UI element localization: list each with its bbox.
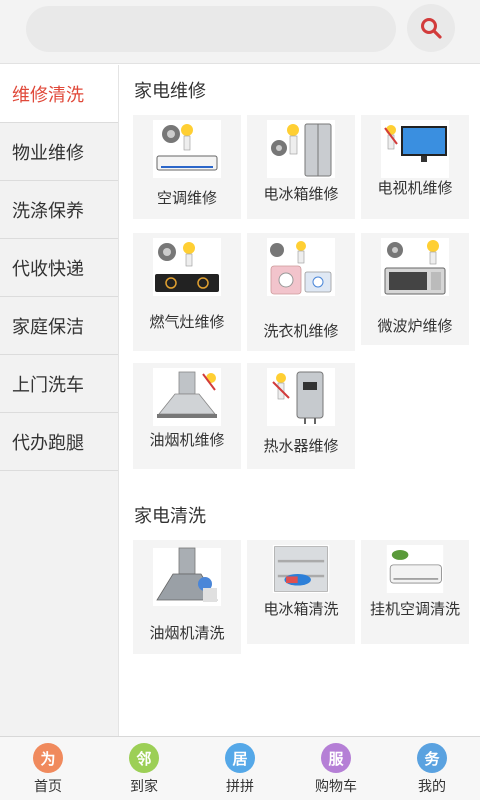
service-card[interactable]: 油烟机维修: [133, 363, 241, 469]
cart-icon: 服: [321, 743, 351, 773]
service-label: 空调维修: [156, 189, 217, 207]
service-card[interactable]: 燃气灶维修: [133, 233, 241, 351]
search-icon: [421, 18, 442, 39]
fridge-repair-icon: [267, 120, 335, 178]
sidebar-item-repair-clean[interactable]: 维修清洗: [0, 65, 118, 123]
sidebar-item-house-cleaning[interactable]: 家庭保洁: [0, 297, 118, 355]
section-title-appliance-repair: 家电维修: [134, 81, 206, 102]
service-label: 电冰箱维修: [263, 185, 339, 203]
service-card[interactable]: 电冰箱清洗: [247, 540, 355, 644]
service-card[interactable]: 洗衣机维修: [247, 233, 355, 351]
tab-label: 拼拼: [226, 779, 254, 795]
gas-stove-repair-icon: [153, 238, 221, 296]
tab-home[interactable]: 为 首页: [0, 737, 96, 801]
service-label: 挂机空调清洗: [369, 600, 460, 618]
service-card[interactable]: 热水器维修: [247, 363, 355, 469]
water-heater-repair-icon: [267, 368, 335, 426]
ac-repair-icon: [153, 120, 221, 178]
category-sidebar: 维修清洗 物业维修 洗涤保养 代收快递 家庭保洁 上门洗车 代办跑腿: [0, 65, 119, 736]
range-hood-clean-icon: [153, 547, 221, 606]
fridge-clean-icon: [272, 545, 330, 593]
sidebar-item-laundry-care[interactable]: 洗涤保养: [0, 181, 118, 239]
tab-label: 到家: [130, 779, 158, 795]
ac-clean-icon: [386, 545, 444, 593]
service-card[interactable]: 电冰箱维修: [247, 115, 355, 219]
service-label: 燃气灶维修: [149, 313, 225, 331]
service-label: 微波炉维修: [377, 317, 453, 335]
profile-icon: 务: [417, 743, 447, 773]
section-title-appliance-cleaning: 家电清洗: [134, 506, 206, 527]
range-hood-repair-icon: [153, 368, 221, 426]
sidebar-item-parcel-pickup[interactable]: 代收快递: [0, 239, 118, 297]
group-buy-icon: 居: [225, 743, 255, 773]
sidebar-item-car-wash[interactable]: 上门洗车: [0, 355, 118, 413]
service-label: 电冰箱清洗: [263, 600, 339, 618]
home-icon: 为: [33, 743, 63, 773]
bottom-nav: 为 首页 邻 到家 居 拼拼 服 购物车 务 我的: [0, 736, 480, 800]
service-label: 油烟机维修: [149, 431, 225, 449]
search-button[interactable]: [407, 4, 455, 52]
service-card[interactable]: 微波炉维修: [361, 233, 469, 345]
microwave-repair-icon: [381, 238, 449, 296]
tab-label: 购物车: [315, 779, 357, 795]
service-label: 油烟机清洗: [149, 624, 225, 642]
tab-profile[interactable]: 务 我的: [384, 737, 480, 801]
sidebar-item-errands[interactable]: 代办跑腿: [0, 413, 118, 471]
header-bar: [0, 0, 480, 64]
tab-cart[interactable]: 服 购物车: [288, 737, 384, 801]
tab-home-service[interactable]: 邻 到家: [96, 737, 192, 801]
service-card[interactable]: 电视机维修: [361, 115, 469, 219]
home-service-icon: 邻: [129, 743, 159, 773]
service-card[interactable]: 油烟机清洗: [133, 540, 241, 654]
service-label: 电视机维修: [377, 179, 453, 197]
sidebar-item-property-repair[interactable]: 物业维修: [0, 123, 118, 181]
tab-label: 我的: [418, 779, 446, 795]
service-card[interactable]: 挂机空调清洗: [361, 540, 469, 644]
service-label: 洗衣机维修: [263, 322, 339, 340]
tab-label: 首页: [34, 779, 62, 795]
search-input[interactable]: [26, 6, 396, 52]
tab-group-buy[interactable]: 居 拼拼: [192, 737, 288, 801]
washer-repair-icon: [267, 238, 335, 296]
service-card[interactable]: 空调维修: [133, 115, 241, 219]
service-content: 家电维修 空调维修 电冰箱维修 电视机维修 燃气灶维修 洗衣机维修 微波炉维修 …: [120, 65, 480, 736]
service-label: 热水器维修: [263, 437, 339, 455]
tv-repair-icon: [381, 120, 449, 178]
